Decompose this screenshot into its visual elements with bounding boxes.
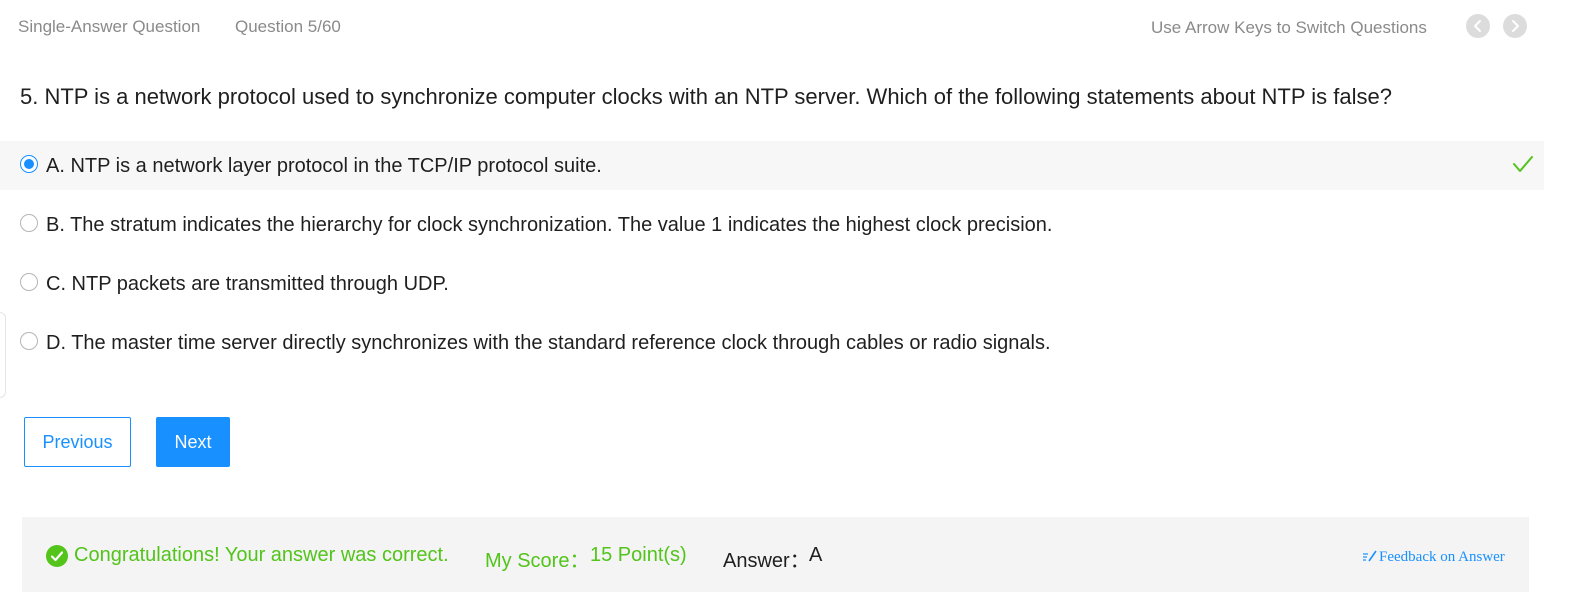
question-text: 5. NTP is a network protocol used to syn… xyxy=(20,84,1392,109)
answer-label: Answer： xyxy=(723,550,810,572)
checkmark-icon xyxy=(1512,153,1534,180)
check-circle-icon xyxy=(46,545,68,572)
option-d[interactable]: D. The master time server directly synch… xyxy=(0,318,1544,367)
result-panel: Congratulations! Your answer was correct… xyxy=(22,517,1529,592)
option-a[interactable]: A. NTP is a network layer protocol in th… xyxy=(0,141,1544,190)
result-message: Congratulations! Your answer was correct… xyxy=(74,544,449,566)
option-b[interactable]: B. The stratum indicates the hierarchy f… xyxy=(0,200,1544,249)
edit-note-icon xyxy=(1363,550,1377,562)
option-a-radio[interactable] xyxy=(20,155,38,173)
side-panel-handle[interactable] xyxy=(0,312,6,398)
option-c[interactable]: C. NTP packets are transmitted through U… xyxy=(0,259,1544,308)
option-d-radio[interactable] xyxy=(20,332,38,350)
chevron-left-icon xyxy=(1474,20,1481,32)
option-a-label: A. NTP is a network layer protocol in th… xyxy=(46,155,602,177)
score-label: My Score： xyxy=(485,550,590,572)
feedback-link[interactable]: Feedback on Answer xyxy=(1363,549,1505,566)
question-type-label: Single-Answer Question xyxy=(18,17,201,36)
previous-button[interactable]: Previous xyxy=(24,417,131,467)
question-counter: Question 5/60 xyxy=(235,17,341,36)
chevron-right-icon xyxy=(1512,20,1519,32)
option-c-label: C. NTP packets are transmitted through U… xyxy=(46,273,449,295)
feedback-link-label: Feedback on Answer xyxy=(1379,549,1505,565)
next-question-button[interactable] xyxy=(1503,14,1527,38)
score-value: 15 Point(s) xyxy=(590,544,687,566)
option-d-label: D. The master time server directly synch… xyxy=(46,332,1051,354)
answer-value: A xyxy=(809,544,823,566)
option-b-label: B. The stratum indicates the hierarchy f… xyxy=(46,214,1053,236)
keyboard-hint: Use Arrow Keys to Switch Questions xyxy=(1151,18,1427,37)
option-b-radio[interactable] xyxy=(20,214,38,232)
previous-question-button[interactable] xyxy=(1466,14,1490,38)
next-button[interactable]: Next xyxy=(156,417,230,467)
option-c-radio[interactable] xyxy=(20,273,38,291)
question-header: Single-Answer Question Question 5/60 Use… xyxy=(0,0,1570,54)
